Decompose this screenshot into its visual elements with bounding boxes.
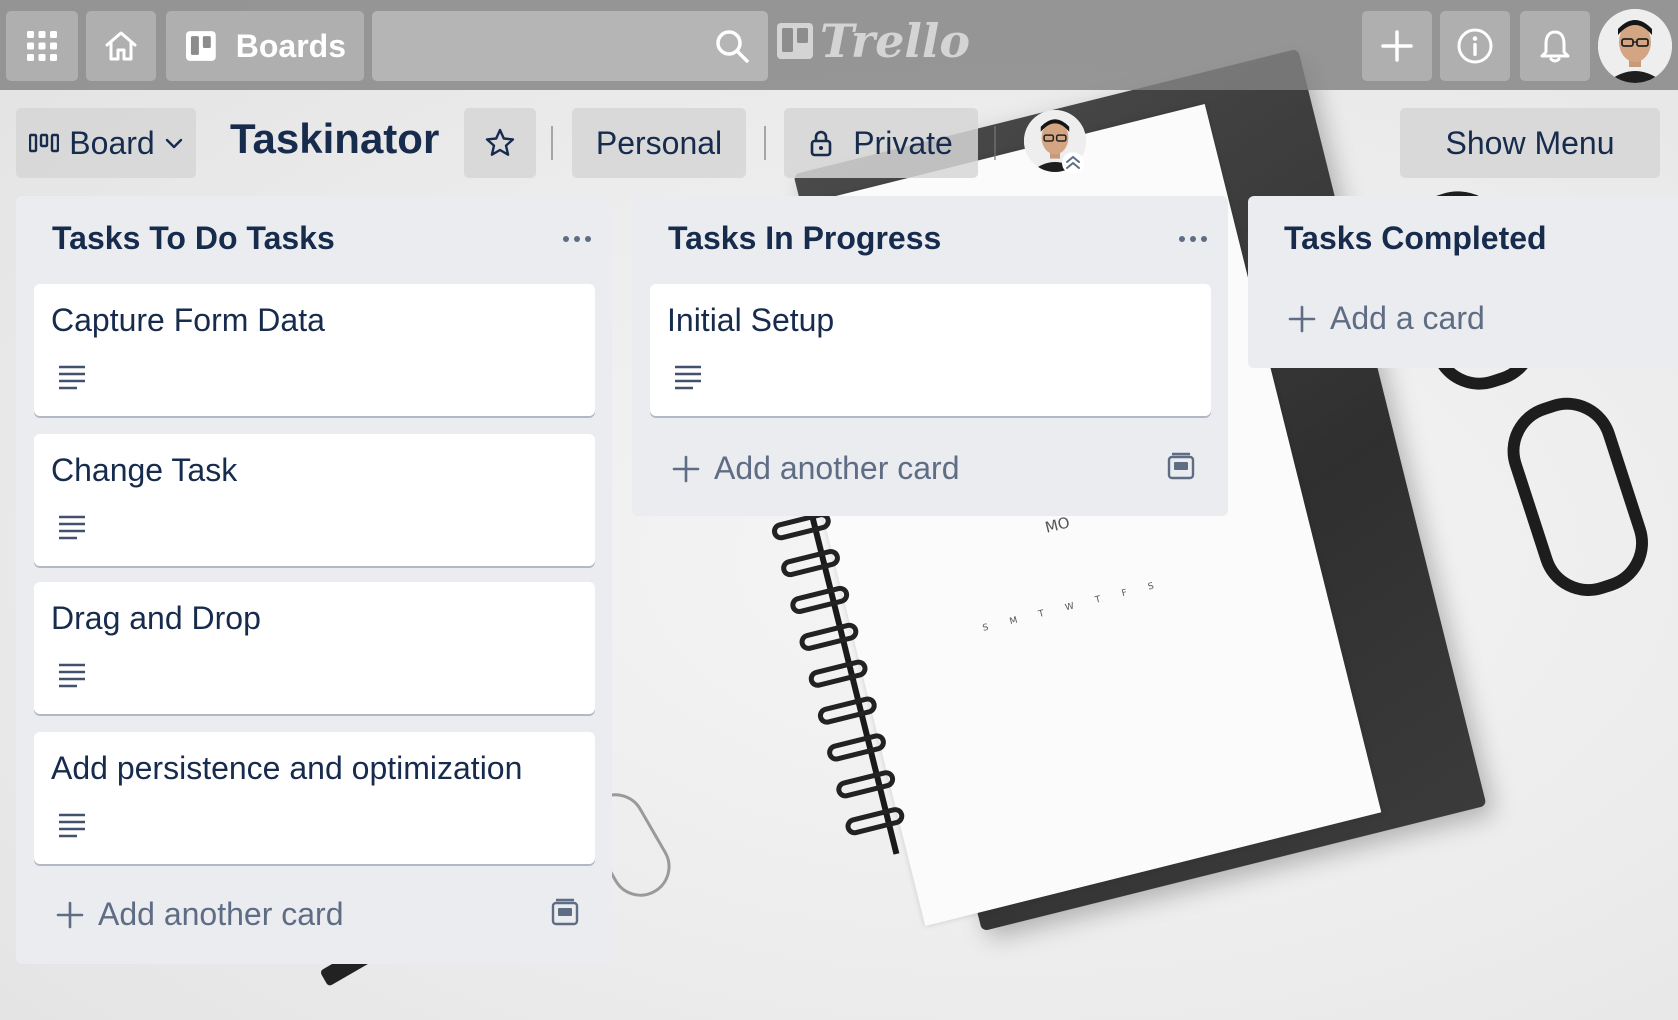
header-divider <box>551 126 553 160</box>
show-menu-button[interactable]: Show Menu <box>1400 108 1660 178</box>
apps-button[interactable] <box>6 11 78 81</box>
add-card-label: Add another card <box>714 450 960 486</box>
team-button[interactable]: Personal <box>572 108 746 178</box>
list-title[interactable]: Tasks Completed <box>1284 220 1547 257</box>
user-avatar-image <box>1598 9 1672 83</box>
list-menu-button[interactable] <box>1178 218 1208 250</box>
boards-label: Boards <box>235 27 346 64</box>
star-icon <box>485 128 515 156</box>
description-icon <box>59 515 85 540</box>
add-card-button[interactable]: Add another card <box>672 450 960 487</box>
top-header: Boards Trello <box>0 0 1678 90</box>
header-divider <box>994 126 996 160</box>
star-board-button[interactable] <box>464 108 536 178</box>
description-icon <box>675 365 701 390</box>
card-template-icon[interactable] <box>1166 452 1196 482</box>
header-divider <box>764 126 766 160</box>
visibility-label: Private <box>853 124 953 161</box>
home-icon <box>105 31 137 61</box>
create-button[interactable] <box>1362 11 1432 81</box>
search-input[interactable] <box>372 11 768 81</box>
card-template-icon[interactable] <box>550 898 580 928</box>
card[interactable]: Change Task <box>34 434 595 566</box>
list-completed: Tasks Completed Add a card <box>1248 196 1678 368</box>
notifications-button[interactable] <box>1520 11 1590 81</box>
boards-icon <box>185 31 216 61</box>
more-icon <box>1179 236 1207 242</box>
description-icon <box>59 813 85 838</box>
apps-grid-icon <box>27 31 57 61</box>
trello-logo[interactable]: Trello <box>776 14 970 68</box>
team-label: Personal <box>595 124 723 161</box>
trello-logo-text: Trello <box>820 14 971 68</box>
description-icon <box>59 663 85 688</box>
card[interactable]: Drag and Drop <box>34 582 595 714</box>
card-title: Add persistence and optimization <box>51 750 523 786</box>
board-view-switcher[interactable]: Board <box>16 108 196 178</box>
card-title: Initial Setup <box>667 302 835 338</box>
add-card-button[interactable]: Add another card <box>56 896 344 933</box>
trello-logo-icon <box>777 23 813 59</box>
board-view-icon <box>29 133 60 153</box>
list-in-progress: Tasks In Progress Initial Setup Add anot… <box>632 196 1228 516</box>
board-title[interactable]: Taskinator <box>230 115 439 163</box>
plus-icon <box>672 455 700 482</box>
card[interactable]: Initial Setup <box>650 284 1211 416</box>
add-card-label: Add another card <box>98 896 344 932</box>
plus-icon <box>1288 305 1316 332</box>
admin-chevrons-icon <box>1066 155 1080 169</box>
board-view-label: Board <box>69 124 155 161</box>
add-card-label: Add a card <box>1330 300 1485 336</box>
bell-icon <box>1540 30 1570 63</box>
more-icon <box>563 236 591 242</box>
info-icon <box>1457 28 1493 64</box>
info-button[interactable] <box>1440 11 1510 81</box>
list-title[interactable]: Tasks In Progress <box>668 220 941 257</box>
lock-icon <box>810 130 832 157</box>
list-menu-button[interactable] <box>562 218 592 250</box>
show-menu-label: Show Menu <box>1445 124 1615 161</box>
list-to-do: Tasks To Do Tasks Capture Form Data Chan… <box>16 196 612 964</box>
description-icon <box>59 365 85 390</box>
user-avatar[interactable] <box>1598 9 1672 83</box>
visibility-button[interactable]: Private <box>784 108 978 178</box>
card-title: Change Task <box>51 452 238 488</box>
card-title: Drag and Drop <box>51 600 261 636</box>
search-icon <box>716 30 749 63</box>
plus-icon <box>1381 30 1413 62</box>
list-title[interactable]: Tasks To Do Tasks <box>52 220 335 257</box>
home-button[interactable] <box>86 11 156 81</box>
boards-button[interactable]: Boards <box>166 11 364 81</box>
card-title: Capture Form Data <box>51 302 325 338</box>
plus-icon <box>56 901 84 928</box>
card[interactable]: Capture Form Data <box>34 284 595 416</box>
chevron-down-icon <box>165 138 182 149</box>
admin-badge <box>1062 152 1084 174</box>
add-card-button[interactable]: Add a card <box>1288 300 1485 337</box>
card[interactable]: Add persistence and optimization <box>34 732 595 864</box>
